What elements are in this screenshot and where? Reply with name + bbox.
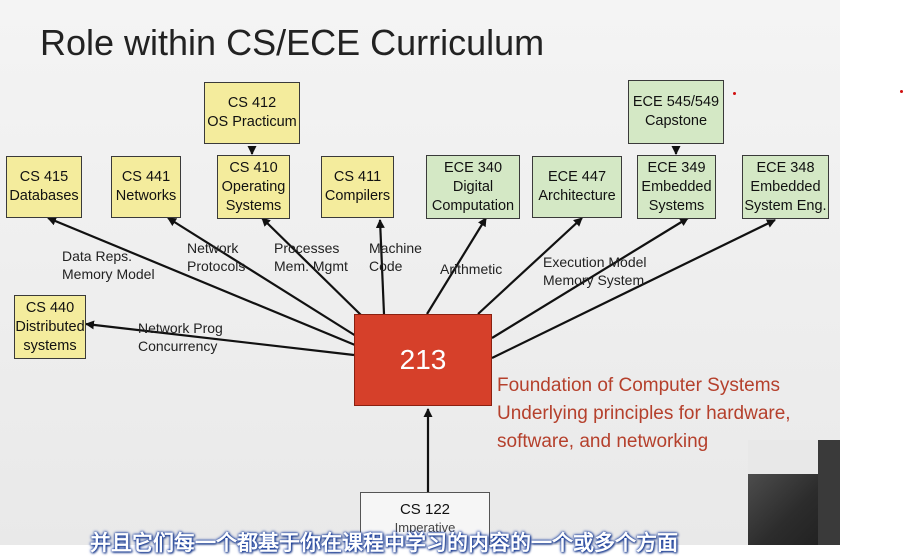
course-name: Compilers xyxy=(324,188,391,204)
course-code: ECE 447 xyxy=(547,169,607,185)
edge-label-machine-code: Machine Code xyxy=(369,240,422,274)
course-code: ECE 348 xyxy=(756,159,815,176)
webcam-overlay xyxy=(748,440,840,545)
course-code: ECE 349 xyxy=(647,159,706,176)
course-cs411: CS 411 Compilers xyxy=(321,156,394,218)
edge-label-network-protocols: Network Protocols xyxy=(187,240,246,274)
course-cs440: CS 440 Distributed systems xyxy=(14,295,86,359)
page-margin xyxy=(840,0,903,545)
course-name-2: System Eng. xyxy=(744,197,827,214)
course-name: OS Practicum xyxy=(207,114,297,130)
edge-label-network-prog: Network Prog Concurrency xyxy=(138,320,223,354)
course-code: CS 440 xyxy=(25,299,75,316)
course-code: CS 410 xyxy=(229,159,278,176)
foundation-line-2: Underlying principles for hardware, xyxy=(497,403,791,424)
prereq-code: CS 122 xyxy=(399,501,451,518)
course-name: Digital xyxy=(452,178,494,195)
course-code: CS 412 xyxy=(227,95,277,111)
slide: Role within CS/ECE Curriculum CS 412 OS P… xyxy=(0,0,840,545)
foundation-line-3: software, and networking xyxy=(497,431,709,452)
course-code: CS 441 xyxy=(121,169,171,185)
webcam-window-pane xyxy=(748,440,818,474)
course-cs415: CS 415 Databases xyxy=(6,156,82,218)
course-name: Operating xyxy=(221,178,286,195)
course-name-2: Systems xyxy=(648,197,705,214)
video-subtitle: 并且它们每一个都基于你在课程中学习的内容的一个或多个方面 xyxy=(90,532,678,555)
core-course-213: 213 xyxy=(354,314,492,406)
course-name: Networks xyxy=(115,188,177,204)
course-ece348: ECE 348 Embedded System Eng. xyxy=(742,155,829,219)
course-code: CS 415 xyxy=(19,169,69,185)
course-name-2: Systems xyxy=(225,197,282,214)
course-code: ECE 340 xyxy=(443,159,503,176)
course-cs441: CS 441 Networks xyxy=(111,156,181,218)
course-ece349: ECE 349 Embedded Systems xyxy=(637,155,716,219)
course-name: Capstone xyxy=(644,113,708,129)
course-name-2: Computation xyxy=(431,197,515,214)
webcam-frame xyxy=(818,440,840,545)
course-ece447: ECE 447 Architecture xyxy=(532,156,622,218)
foundation-line-1: Foundation of Computer Systems xyxy=(497,375,781,396)
edge-label-processes: Processes Mem. Mgmt xyxy=(274,240,348,274)
course-name-2: systems xyxy=(23,337,77,354)
edge-label-arithmetic: Arithmetic xyxy=(440,261,503,277)
course-ece340: ECE 340 Digital Computation xyxy=(426,155,520,219)
edge-label-data-reps: Data Reps. Memory Model xyxy=(62,248,155,282)
edge-label-execution-model: Execution Model Memory System xyxy=(543,254,647,288)
arrow-to-ece348 xyxy=(491,219,776,359)
course-code: CS 411 xyxy=(333,169,382,185)
course-code: ECE 545/549 xyxy=(632,94,720,110)
course-cs410: CS 410 Operating Systems xyxy=(217,155,290,219)
course-name: Architecture xyxy=(538,188,616,204)
course-cs412: CS 412 OS Practicum xyxy=(204,82,300,144)
course-name: Databases xyxy=(9,188,79,204)
course-name: Distributed xyxy=(15,318,85,335)
course-ece545: ECE 545/549 Capstone xyxy=(628,80,724,144)
course-name: Embedded xyxy=(641,178,712,195)
course-name: Embedded xyxy=(750,178,821,195)
